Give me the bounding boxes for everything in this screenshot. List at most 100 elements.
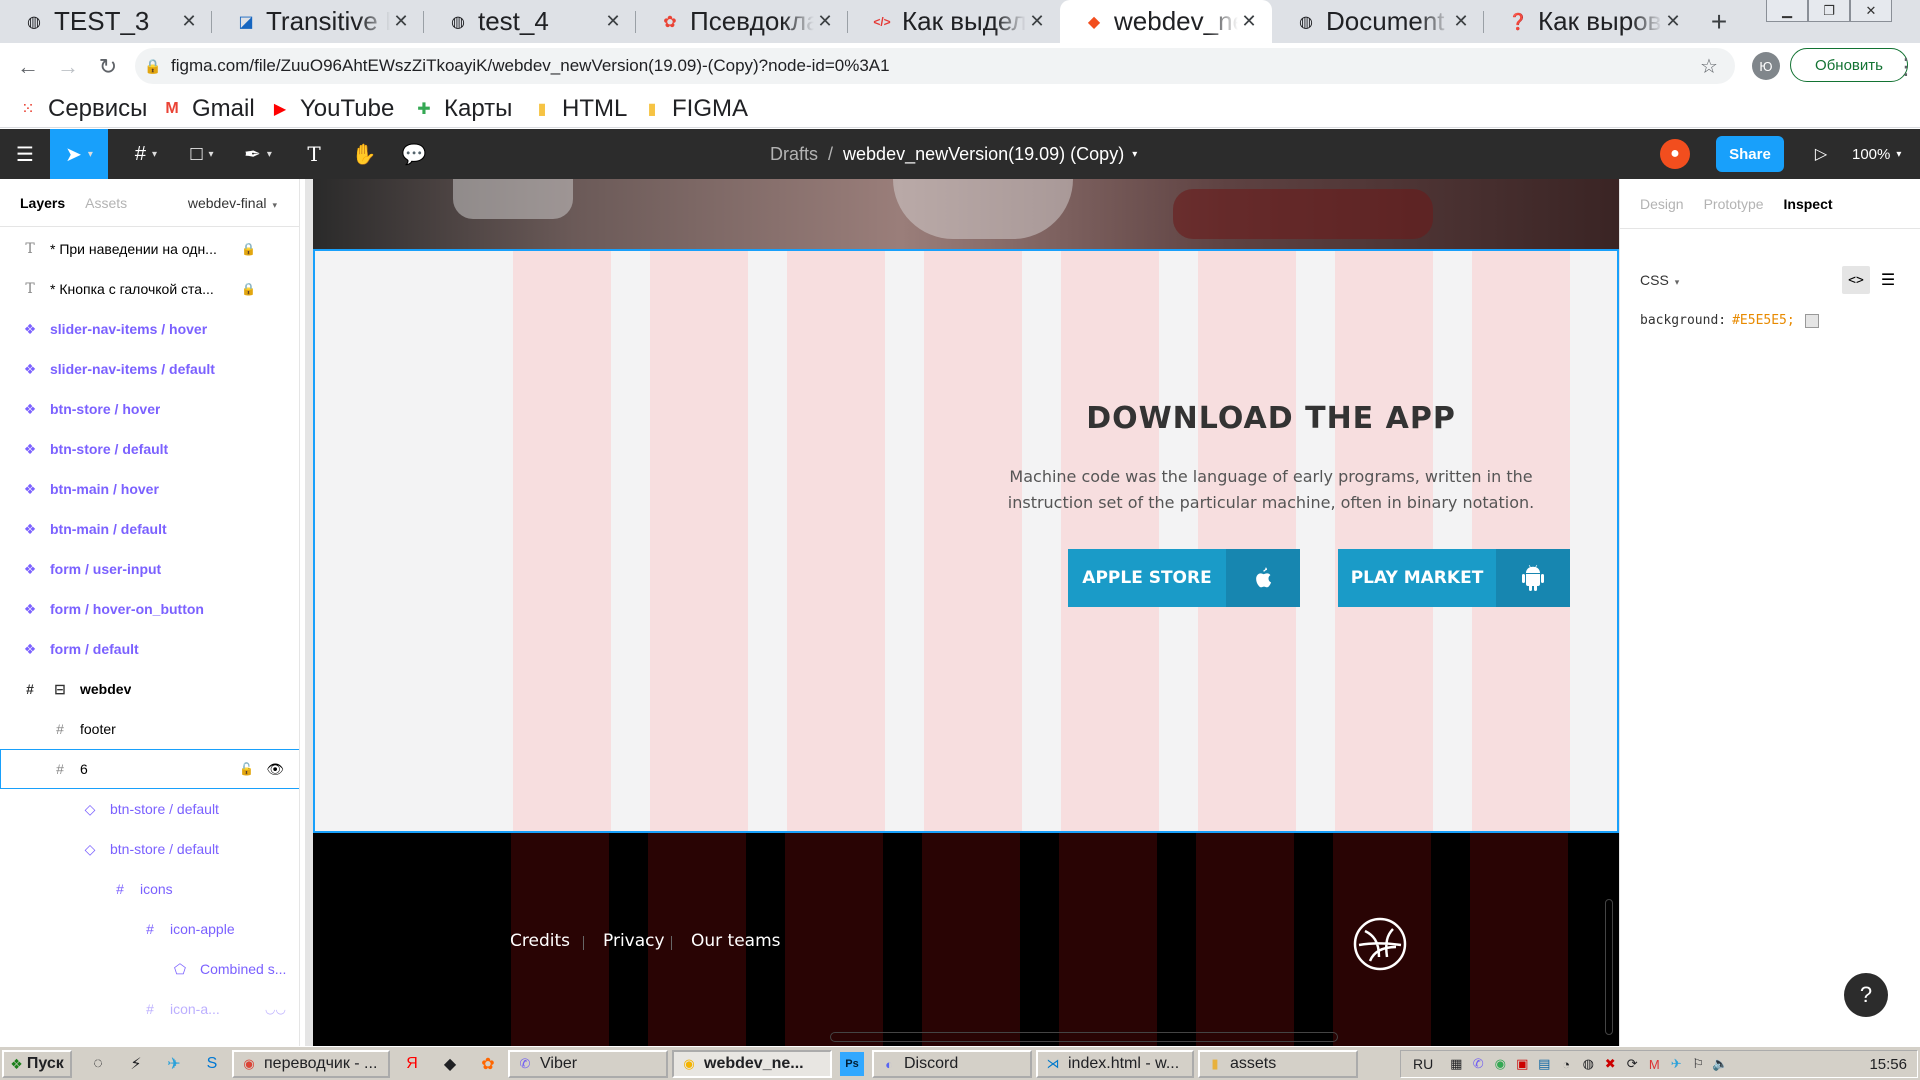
- layer-row[interactable]: ◇ btn-store / default: [0, 789, 299, 829]
- browser-tab-how-select[interactable]: </> Как выдели ✕: [848, 0, 1060, 43]
- hand-tool-icon[interactable]: ✋: [346, 129, 382, 179]
- close-icon[interactable]: ✕: [1238, 11, 1260, 33]
- frame-tool-icon[interactable]: # ▾: [120, 129, 172, 179]
- tab-design[interactable]: Design: [1640, 196, 1684, 212]
- pen-tool-icon[interactable]: ✒ ▾: [232, 129, 284, 179]
- tray-app-icon[interactable]: ▤: [1533, 1056, 1555, 1072]
- vertical-scrollbar[interactable]: [1605, 899, 1613, 1035]
- quicklaunch-icon[interactable]: ◌: [86, 1052, 110, 1076]
- code-language-dropdown[interactable]: CSS ▾: [1640, 272, 1679, 288]
- taskbar-button-webdev[interactable]: ◉ webdev_ne...: [672, 1050, 832, 1078]
- footer-link-our-teams[interactable]: Our teams: [691, 931, 781, 951]
- chrome-tray-icon[interactable]: ◉: [1489, 1056, 1511, 1072]
- comment-tool-icon[interactable]: 💬: [396, 129, 432, 179]
- tray-app-icon[interactable]: ▣: [1511, 1056, 1533, 1072]
- user-avatar-icon[interactable]: ●: [1660, 139, 1690, 169]
- close-window-icon[interactable]: ✕: [1850, 0, 1892, 22]
- minimize-icon[interactable]: ▁: [1766, 0, 1808, 22]
- figma-canvas[interactable]: DOWNLOAD THE APP Machine code was the la…: [305, 179, 1619, 1046]
- network-icon[interactable]: ▦: [1445, 1056, 1467, 1072]
- layer-row[interactable]: # icons: [0, 869, 299, 909]
- tab-layers[interactable]: Layers: [20, 195, 65, 211]
- tray-app-icon[interactable]: ✖: [1599, 1056, 1621, 1072]
- close-icon[interactable]: ✕: [390, 11, 412, 33]
- layer-row[interactable]: # ⊟ webdev: [0, 669, 299, 709]
- layer-row[interactable]: T * Кнопка с галочкой ста... 🔒: [0, 269, 299, 309]
- file-name[interactable]: webdev_newVersion(19.09) (Copy): [843, 144, 1124, 165]
- skype-icon[interactable]: S: [200, 1052, 224, 1076]
- taskbar-button-assets[interactable]: ▮ assets: [1198, 1050, 1358, 1078]
- layer-row[interactable]: ⬠ Combined s...: [0, 949, 299, 989]
- present-play-icon[interactable]: ▷: [1806, 129, 1836, 179]
- move-tool-icon[interactable]: ➤ ▾: [50, 129, 108, 179]
- horizontal-scrollbar[interactable]: [830, 1032, 1338, 1042]
- tray-app-icon[interactable]: ◍: [1577, 1056, 1599, 1072]
- tab-assets[interactable]: Assets: [85, 195, 127, 211]
- quicklaunch-icon[interactable]: ✿: [476, 1052, 500, 1076]
- apple-store-button[interactable]: APPLE STORE: [1068, 549, 1300, 607]
- browser-tab-test3[interactable]: ◍ TEST_3 ✕: [0, 0, 212, 43]
- layer-row-selected[interactable]: # 6 🔓 👁: [0, 749, 299, 789]
- help-button[interactable]: ?: [1844, 973, 1888, 1017]
- yandex-icon[interactable]: Я: [400, 1052, 424, 1076]
- close-icon[interactable]: ✕: [1450, 11, 1472, 33]
- browser-tab-how-align[interactable]: ❓ Как выровн ✕: [1484, 0, 1696, 43]
- forward-arrow-icon[interactable]: →: [52, 51, 84, 83]
- bookmark-figma-folder[interactable]: ▮ FIGMA: [642, 90, 748, 128]
- viber-tray-icon[interactable]: ✆: [1467, 1056, 1489, 1072]
- more-menu-icon[interactable]: ⋮: [1895, 51, 1917, 83]
- profile-avatar[interactable]: Ю: [1752, 52, 1780, 80]
- url-text[interactable]: figma.com/file/ZuuO96AhtEWszZiTkoayiK/we…: [171, 56, 1693, 76]
- main-menu-icon[interactable]: ☰: [0, 129, 50, 179]
- close-icon[interactable]: ✕: [1662, 11, 1684, 33]
- browser-tab-document[interactable]: ◍ Document ✕: [1272, 0, 1484, 43]
- layer-row[interactable]: ❖ form / default: [0, 629, 299, 669]
- layer-row[interactable]: ❖ btn-store / default: [0, 429, 299, 469]
- chevron-down-icon[interactable]: ▾: [1132, 149, 1137, 160]
- layer-row[interactable]: ❖ btn-main / default: [0, 509, 299, 549]
- quicklaunch-icon[interactable]: ⚡: [124, 1052, 148, 1076]
- tray-app-icon[interactable]: ⟳: [1621, 1056, 1643, 1072]
- speaker-icon[interactable]: 🔈: [1709, 1056, 1731, 1072]
- restore-icon[interactable]: ❐: [1808, 0, 1850, 22]
- telegram-icon[interactable]: ✈: [162, 1052, 186, 1076]
- code-view-icon[interactable]: <>: [1842, 266, 1870, 294]
- bookmark-maps[interactable]: ✚ Карты: [414, 90, 512, 128]
- taskbar-button-viber[interactable]: ✆ Viber: [508, 1050, 668, 1078]
- unlock-icon[interactable]: 🔓: [239, 762, 254, 776]
- tray-app-icon[interactable]: ◔: [1555, 1057, 1577, 1072]
- update-button[interactable]: Обновить: [1790, 48, 1908, 82]
- page-selector[interactable]: webdev-final ▾: [188, 195, 277, 211]
- tray-app-icon[interactable]: M: [1643, 1057, 1665, 1072]
- layer-row[interactable]: ❖ btn-main / hover: [0, 469, 299, 509]
- tab-prototype[interactable]: Prototype: [1704, 196, 1764, 212]
- layer-row[interactable]: ❖ form / user-input: [0, 549, 299, 589]
- footer-link-credits[interactable]: Credits: [510, 931, 570, 951]
- eye-icon[interactable]: 👁: [266, 761, 284, 778]
- list-view-icon[interactable]: ☰: [1874, 266, 1902, 294]
- bookmark-star-icon[interactable]: ☆: [1693, 54, 1725, 79]
- shape-tool-icon[interactable]: □ ▾: [176, 129, 228, 179]
- browser-tab-test4[interactable]: ◍ test_4 ✕: [424, 0, 636, 43]
- photoshop-icon[interactable]: Ps: [840, 1052, 864, 1076]
- layer-row[interactable]: T * При наведении на одн... 🔒: [0, 229, 299, 269]
- lock-icon[interactable]: 🔒: [143, 58, 163, 75]
- clock[interactable]: 15:56: [1869, 1056, 1907, 1073]
- tab-inspect[interactable]: Inspect: [1784, 196, 1833, 212]
- layer-row[interactable]: ◇ btn-store / default: [0, 829, 299, 869]
- browser-tab-webdev-active[interactable]: ◆ webdev_nev ✕: [1060, 0, 1272, 43]
- lock-icon[interactable]: 🔒: [241, 242, 256, 256]
- reload-icon[interactable]: ↻: [92, 51, 124, 83]
- bookmark-services[interactable]: ⁙ Сервисы: [18, 90, 147, 128]
- browser-tab-transitive[interactable]: ◪ Transitive D ✕: [212, 0, 424, 43]
- share-button[interactable]: Share: [1716, 136, 1784, 172]
- new-tab-button[interactable]: +: [1703, 6, 1735, 38]
- keyboard-language[interactable]: RU: [1413, 1056, 1433, 1072]
- telegram-tray-icon[interactable]: ✈: [1665, 1056, 1687, 1072]
- taskbar-button-translator[interactable]: ◉ переводчик - ...: [232, 1050, 390, 1078]
- zoom-dropdown[interactable]: 100% ▾: [1852, 129, 1901, 179]
- bookmark-gmail[interactable]: M Gmail: [162, 90, 254, 128]
- lock-icon[interactable]: 🔒: [241, 282, 256, 296]
- layer-row[interactable]: # footer: [0, 709, 299, 749]
- browser-tab-pseudoclass[interactable]: ✿ Псевдоклас ✕: [636, 0, 848, 43]
